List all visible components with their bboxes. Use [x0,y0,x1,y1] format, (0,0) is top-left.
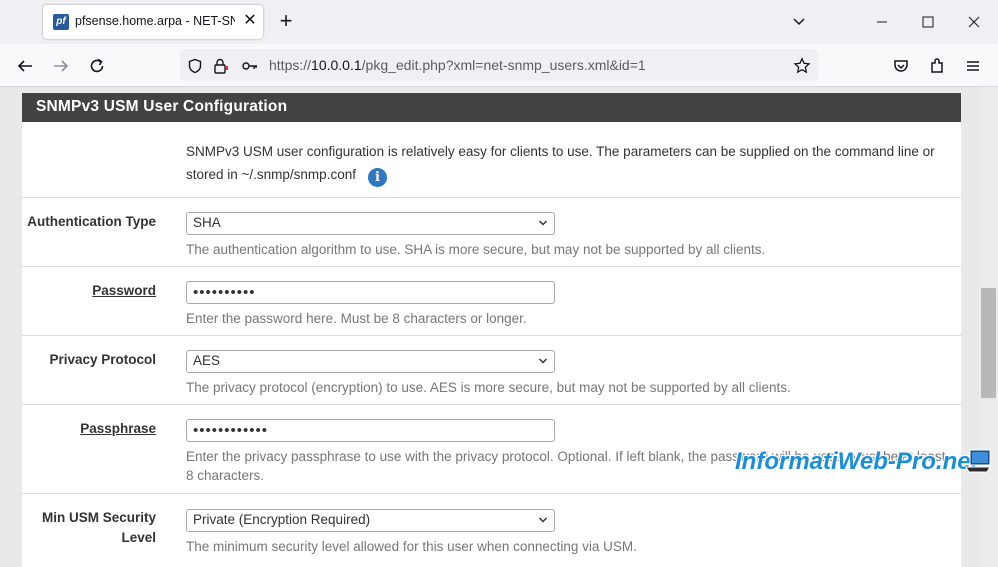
auth-type-label: Authentication Type [27,214,156,229]
tab-bar: pf pfsense.home.arpa - NET-SNMP ✕ + [0,0,998,44]
maximize-window-icon[interactable] [916,10,940,34]
chevron-down-icon [538,220,548,226]
auth-type-select[interactable]: SHA [186,212,555,235]
description-row: SNMPv3 USM user configuration is relativ… [22,122,961,198]
tab-title: pfsense.home.arpa - NET-SNMP [75,14,235,28]
password-value: •••••••••• [193,284,256,301]
auth-type-help: The authentication algorithm to use. SHA… [186,242,766,257]
password-row: Password •••••••••• Enter the password h… [22,267,961,336]
privacy-protocol-help: The privacy protocol (encryption) to use… [186,380,791,395]
menu-icon[interactable] [961,54,985,78]
reload-icon[interactable] [85,54,109,78]
forward-arrow-icon[interactable] [49,54,73,78]
min-security-row: Min USM Security Level Private (Encrypti… [22,494,961,567]
panel-heading: SNMPv3 USM User Configuration [22,93,961,122]
scrollbar-thumb[interactable] [981,288,996,398]
bookmark-star-icon[interactable] [793,57,811,75]
passphrase-label: Passphrase [80,421,156,436]
passphrase-input[interactable]: •••••••••••• [186,419,555,442]
password-label: Password [92,283,156,298]
tab-list-chevron-icon[interactable] [787,10,811,34]
password-input[interactable]: •••••••••• [186,281,555,304]
page-content: SNMPv3 USM User Configuration SNMPv3 USM… [0,87,998,567]
key-icon[interactable] [241,57,259,75]
description-cell: SNMPv3 USM user configuration is relativ… [186,140,956,187]
pocket-icon[interactable] [889,54,913,78]
browser-tab[interactable]: pf pfsense.home.arpa - NET-SNMP ✕ [43,5,263,39]
new-tab-icon[interactable]: + [276,10,296,34]
shield-icon[interactable] [186,57,204,75]
extensions-icon[interactable] [925,54,949,78]
chevron-down-icon [538,517,548,523]
lock-warning-icon[interactable] [212,57,230,75]
pfsense-favicon-icon: pf [53,14,69,30]
auth-type-row: Authentication Type SHA The authenticati… [22,198,961,267]
min-security-select[interactable]: Private (Encryption Required) [186,509,555,532]
url-prefix: https:// [269,57,312,73]
back-arrow-icon[interactable] [13,54,37,78]
privacy-protocol-select[interactable]: AES [186,350,555,373]
url-path: /pkg_edit.php?xml=net-snmp_users.xml&id=… [361,57,646,73]
close-tab-icon[interactable]: ✕ [241,11,259,31]
watermark-laptop-icon [965,449,991,473]
privacy-protocol-label: Privacy Protocol [49,352,156,367]
url-host: 10.0.0.1 [311,57,362,73]
chevron-down-icon [538,358,548,364]
url-text[interactable]: https://10.0.0.1/pkg_edit.php?xml=net-sn… [269,57,646,73]
privacy-protocol-value: AES [193,353,221,368]
min-security-help: The minimum security level allowed for t… [186,539,637,554]
info-icon[interactable]: i [367,168,387,187]
watermark-text: InformatiWeb-Pro.net [735,448,979,475]
address-bar[interactable]: https://10.0.0.1/pkg_edit.php?xml=net-sn… [180,49,818,81]
min-security-label-line2: Level [121,530,156,545]
min-security-label-line1: Min USM Security [41,510,156,525]
privacy-protocol-row: Privacy Protocol AES The privacy protoco… [22,336,961,405]
close-window-icon[interactable] [962,10,986,34]
min-security-value: Private (Encryption Required) [193,512,371,527]
usm-user-config-panel: SNMPv3 USM User Configuration SNMPv3 USM… [22,93,961,567]
passphrase-value: •••••••••••• [193,422,269,439]
min-security-label: Min USM Security Level [42,508,156,548]
password-help: Enter the password here. Must be 8 chara… [186,311,527,326]
minimize-window-icon[interactable] [870,10,894,34]
description-text: SNMPv3 USM user configuration is relativ… [186,144,935,182]
auth-type-value: SHA [193,215,221,230]
